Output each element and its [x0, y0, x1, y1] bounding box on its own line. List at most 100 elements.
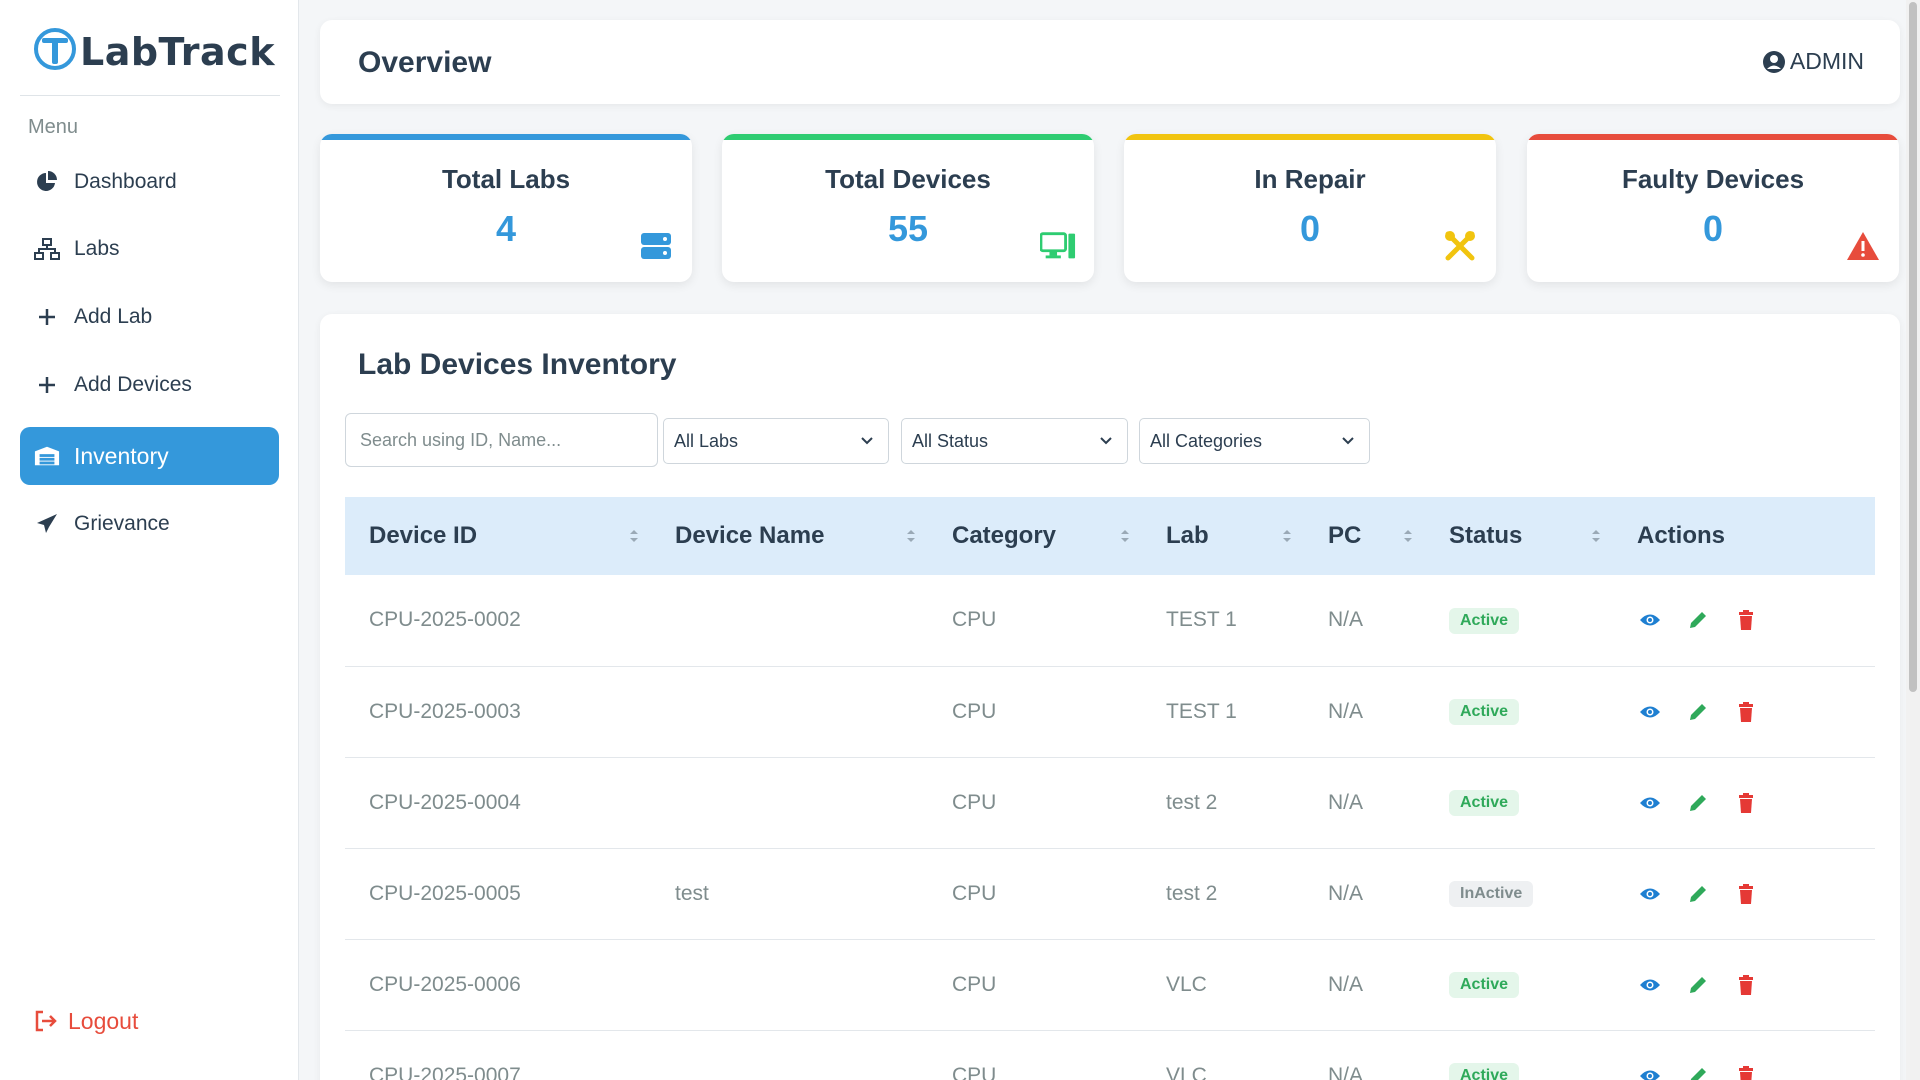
column-header-actions: Actions [1613, 497, 1875, 575]
sidebar-item-labs[interactable]: Labs [20, 220, 279, 278]
sidebar-item-label: Dashboard [74, 170, 177, 193]
delete-icon[interactable] [1733, 701, 1759, 722]
column-label: Device ID [369, 522, 478, 549]
select-value: All Categories [1150, 430, 1263, 451]
delete-icon[interactable] [1733, 610, 1759, 631]
cell-status: Active [1425, 575, 1613, 666]
cell-device-id: CPU-2025-0002 [369, 608, 521, 632]
chevron-down-icon [1099, 436, 1113, 446]
edit-icon[interactable] [1685, 884, 1711, 904]
edit-icon[interactable] [1685, 610, 1711, 630]
view-icon[interactable] [1637, 795, 1663, 811]
cell-status: Active [1425, 757, 1613, 848]
sidebar-item-grievance[interactable]: Grievance [20, 495, 279, 553]
cell-status: Active [1425, 1030, 1613, 1080]
sidebar-item-label: Inventory [74, 442, 169, 469]
cell-lab: VLC [1166, 972, 1207, 996]
edit-icon[interactable] [1685, 793, 1711, 813]
table-row: CPU-2025-0006 CPU VLC N/A Active [345, 939, 1875, 1030]
brand[interactable]: LabTrack [20, 20, 280, 96]
column-label: Lab [1166, 522, 1209, 549]
column-header-lab[interactable]: Lab [1142, 497, 1304, 575]
edit-icon[interactable] [1685, 702, 1711, 722]
tools-icon [1442, 228, 1478, 264]
warning-icon [1845, 228, 1881, 264]
sort-icon[interactable] [1282, 529, 1292, 543]
select-value: All Labs [674, 430, 739, 451]
edit-icon[interactable] [1685, 975, 1711, 995]
stat-card-total-devices: Total Devices 55 [722, 134, 1094, 282]
sort-icon[interactable] [906, 529, 916, 543]
column-header-category[interactable]: Category [928, 497, 1142, 575]
column-header-status[interactable]: Status [1425, 497, 1613, 575]
cell-actions [1613, 757, 1875, 848]
search-input[interactable] [345, 413, 658, 467]
card-accent-bar [320, 134, 692, 140]
logo-icon [34, 28, 76, 70]
stat-card-in-repair: In Repair 0 [1124, 134, 1496, 282]
sidebar-item-dashboard[interactable]: Dashboard [20, 153, 279, 211]
sidebar-item-inventory[interactable]: Inventory [20, 427, 279, 485]
page-scrollbar[interactable] [1906, 0, 1920, 1080]
logout-button[interactable]: Logout [20, 1001, 138, 1041]
delete-icon[interactable] [1733, 974, 1759, 995]
categories-filter-select[interactable]: All Categories [1139, 418, 1370, 464]
user-circle-icon [1762, 50, 1786, 74]
server-icon [638, 228, 674, 264]
view-icon[interactable] [1637, 977, 1663, 993]
cell-device-id: CPU-2025-0005 [369, 881, 521, 905]
column-header-pc[interactable]: PC [1304, 497, 1425, 575]
card-value: 55 [887, 208, 929, 249]
view-icon[interactable] [1637, 886, 1663, 902]
sidebar-item-add-devices[interactable]: Add Devices [20, 356, 279, 414]
delete-icon[interactable] [1733, 883, 1759, 904]
delete-icon[interactable] [1733, 792, 1759, 813]
table-row: CPU-2025-0007 CPU VLC N/A Active [345, 1030, 1875, 1080]
cell-actions [1613, 1030, 1875, 1080]
column-header-device-id[interactable]: Device ID [345, 497, 651, 575]
user-name: ADMIN [1789, 48, 1864, 74]
cell-device-name [651, 757, 928, 848]
sidebar-item-add-lab[interactable]: Add Lab [20, 288, 279, 346]
cell-category: CPU [952, 881, 997, 905]
sort-icon[interactable] [1120, 529, 1130, 543]
inventory-table: Device ID Device Name Category Lab PC St… [345, 497, 1875, 1080]
delete-icon[interactable] [1733, 1065, 1759, 1080]
cell-status: Active [1425, 939, 1613, 1030]
scrollbar-thumb[interactable] [1909, 2, 1917, 692]
card-title: In Repair [1254, 164, 1366, 194]
cell-lab: TEST 1 [1166, 608, 1237, 632]
inventory-panel: Lab Devices Inventory All Labs All Statu… [320, 314, 1900, 1080]
edit-icon[interactable] [1685, 1066, 1711, 1080]
column-label: Category [952, 522, 1057, 549]
cell-device-id: CPU-2025-0004 [369, 790, 521, 814]
sidebar-item-label: Labs [74, 237, 120, 260]
cell-category: CPU [952, 972, 997, 996]
labs-filter-select[interactable]: All Labs [663, 418, 889, 464]
view-icon[interactable] [1637, 704, 1663, 720]
cell-lab: test 2 [1166, 790, 1218, 814]
cell-pc: N/A [1328, 608, 1364, 632]
sort-icon[interactable] [629, 529, 639, 543]
view-icon[interactable] [1637, 1068, 1663, 1080]
sort-icon[interactable] [1403, 529, 1413, 543]
table-row: CPU-2025-0002 CPU TEST 1 N/A Active [345, 575, 1875, 666]
status-filter-select[interactable]: All Status [901, 418, 1128, 464]
cell-device-name: test [675, 881, 709, 905]
table-row: CPU-2025-0003 CPU TEST 1 N/A Active [345, 666, 1875, 757]
card-title: Total Labs [441, 164, 571, 194]
card-value: 0 [1702, 208, 1724, 249]
user-menu[interactable]: ADMIN [1762, 48, 1864, 75]
cell-lab: VLC [1166, 1063, 1207, 1080]
cell-lab: TEST 1 [1166, 699, 1237, 723]
header: Overview ADMIN [320, 20, 1900, 104]
cell-pc: N/A [1328, 972, 1364, 996]
status-badge: Active [1449, 790, 1520, 816]
column-header-device-name[interactable]: Device Name [651, 497, 928, 575]
view-icon[interactable] [1637, 612, 1663, 628]
desktop-icon [1040, 228, 1076, 264]
sort-icon[interactable] [1591, 529, 1601, 543]
column-label: PC [1328, 522, 1362, 549]
plus-icon [34, 372, 60, 398]
table-row: CPU-2025-0004 CPU test 2 N/A Active [345, 757, 1875, 848]
